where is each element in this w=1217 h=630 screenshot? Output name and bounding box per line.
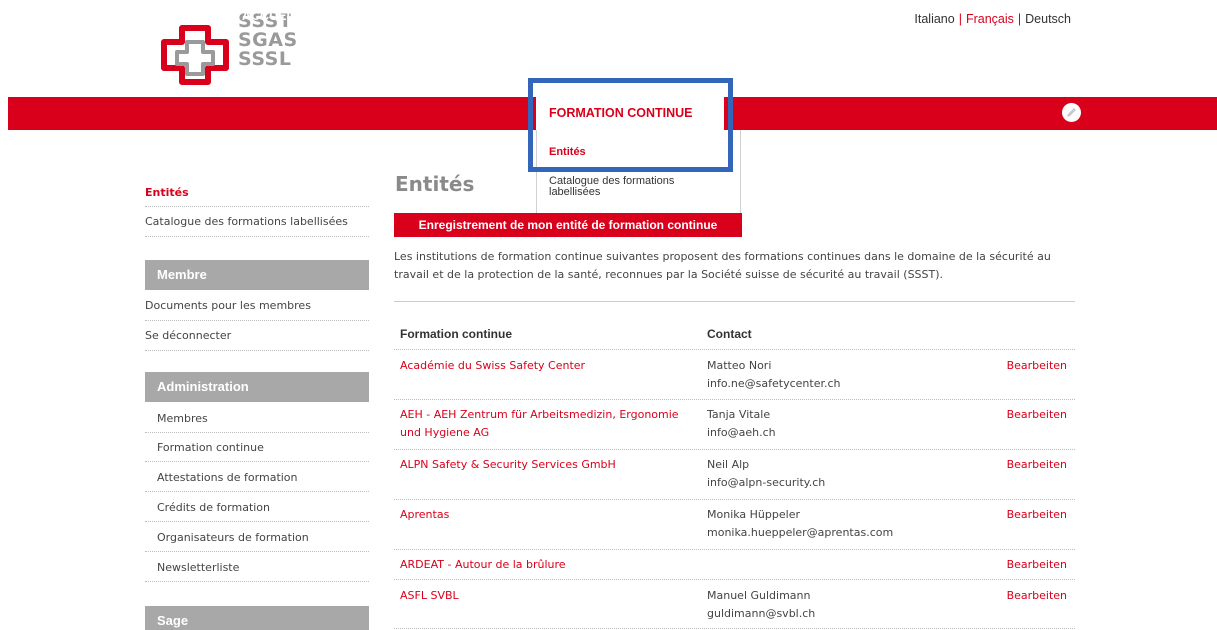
table-row-divider — [394, 549, 1075, 550]
column-header-formation: Formation continue — [400, 327, 512, 341]
sidebar-heading-membre: Membre — [145, 260, 369, 290]
contact-person: Matteo Nori — [707, 359, 772, 372]
contact-email: info.ne@safetycenter.ch — [707, 377, 841, 390]
table-row-name-link[interactable]: Académie du Swiss Safety Center — [400, 357, 695, 375]
nav-registre-msst[interactable]: REGISTRE MSST — [410, 0, 512, 33]
edit-link[interactable]: Bearbeiten — [1007, 556, 1067, 574]
contact-email: guldimann@svbl.ch — [707, 607, 816, 620]
register-entity-button[interactable]: Enregistrement de mon entité de formatio… — [394, 213, 742, 237]
edit-link[interactable]: Bearbeiten — [1007, 406, 1067, 424]
sidebar-heading-administration: Administration — [145, 372, 369, 402]
sidebar-divider — [145, 350, 369, 351]
swiss-cross-logo-icon — [161, 25, 229, 85]
nav-la-ssst[interactable]: LA SSST — [328, 0, 380, 33]
sidebar-divider — [145, 432, 369, 433]
sidebar-item-membres[interactable]: Membres — [157, 412, 369, 425]
sidebar-divider — [145, 206, 369, 207]
sidebar-item-catalogue[interactable]: Catalogue des formations labellisées — [145, 215, 369, 228]
sidebar-item-formation-continue[interactable]: Formation continue — [157, 441, 369, 454]
contact-email: info@alpn-security.ch — [707, 476, 826, 489]
highlight-annotation-box — [528, 78, 733, 172]
column-header-contact: Contact — [707, 327, 752, 341]
edit-link[interactable]: Bearbeiten — [1007, 357, 1067, 375]
lang-italiano[interactable]: Italiano — [914, 12, 954, 26]
lang-deutsch[interactable]: Deutsch — [1025, 12, 1071, 26]
table-row-name-link[interactable]: Aprentas — [400, 506, 695, 524]
lang-separator: | — [1017, 12, 1022, 26]
intro-text: Les institutions de formation continue s… — [394, 250, 1051, 281]
page-title: Entités — [395, 172, 475, 196]
sidebar-divider — [145, 236, 369, 237]
table-row-divider — [394, 499, 1075, 500]
contact-person: Neil Alp — [707, 458, 750, 471]
sidebar-item-organisateurs[interactable]: Organisateurs de formation — [157, 531, 369, 544]
sidebar-item-deconnecter[interactable]: Se déconnecter — [145, 329, 369, 342]
table-row-contact: Matteo Nori info.ne@safetycenter.ch — [707, 357, 841, 393]
dropdown-item-catalogue[interactable]: Catalogue des formations labellisées — [549, 176, 719, 198]
table-row-contact: Tanja Vitale info@aeh.ch — [707, 406, 776, 442]
contact-person: Monika Hüppeler — [707, 508, 800, 521]
lang-separator: | — [958, 12, 962, 26]
sidebar-item-entites[interactable]: Entités — [145, 186, 369, 199]
table-row-divider — [394, 628, 1075, 629]
contact-email: monika.hueppeler@aprentas.com — [707, 526, 894, 539]
contact-person: Manuel Guldimann — [707, 589, 811, 602]
contact-email: info@aeh.ch — [707, 426, 776, 439]
edit-link[interactable]: Bearbeiten — [1007, 456, 1067, 474]
sidebar-divider — [145, 320, 369, 321]
language-switcher: Italiano | Français | Deutsch — [914, 12, 1071, 26]
edit-link[interactable]: Bearbeiten — [1007, 587, 1067, 605]
nav-prestations[interactable]: PRESTATIONS — [738, 0, 825, 33]
table-row-contact: Manuel Guldimann guldimann@svbl.ch — [707, 587, 815, 623]
table-row-name-link[interactable]: ARDEAT - Autour de la brûlure — [400, 556, 695, 574]
content-divider — [394, 301, 1075, 302]
contact-person: Tanja Vitale — [707, 408, 771, 421]
nav-accueil[interactable]: ACCUEIL — [242, 0, 298, 33]
sidebar-item-credits[interactable]: Crédits de formation — [157, 501, 369, 514]
sidebar-divider — [145, 551, 369, 552]
sidebar-heading-sage: Sage — [145, 606, 369, 630]
table-row-divider — [394, 349, 1075, 350]
table-row-name-link[interactable]: AEH - AEH Zentrum für Arbeitsmedizin, Er… — [400, 406, 695, 442]
pencil-icon[interactable] — [1062, 103, 1081, 122]
edit-link[interactable]: Bearbeiten — [1007, 506, 1067, 524]
table-row-contact: Monika Hüppeler monika.hueppeler@aprenta… — [707, 506, 893, 542]
sidebar-item-documents[interactable]: Documents pour les membres — [145, 299, 369, 312]
sidebar-divider — [145, 581, 369, 582]
sidebar-divider — [145, 461, 369, 462]
table-row-name-link[interactable]: ASFL SVBL — [400, 587, 695, 605]
table-row-divider — [394, 449, 1075, 450]
sidebar-divider — [145, 491, 369, 492]
table-row-divider — [394, 399, 1075, 400]
sidebar-divider — [145, 521, 369, 522]
table-row-name-link[interactable]: ALPN Safety & Security Services GmbH — [400, 456, 695, 474]
lang-francais[interactable]: Français — [966, 12, 1014, 26]
sidebar-item-newsletterliste[interactable]: Newsletterliste — [157, 561, 369, 574]
table-row-divider — [394, 579, 1075, 580]
sidebar-item-attestations[interactable]: Attestations de formation — [157, 471, 369, 484]
table-row-contact: Neil Alp info@alpn-security.ch — [707, 456, 825, 492]
